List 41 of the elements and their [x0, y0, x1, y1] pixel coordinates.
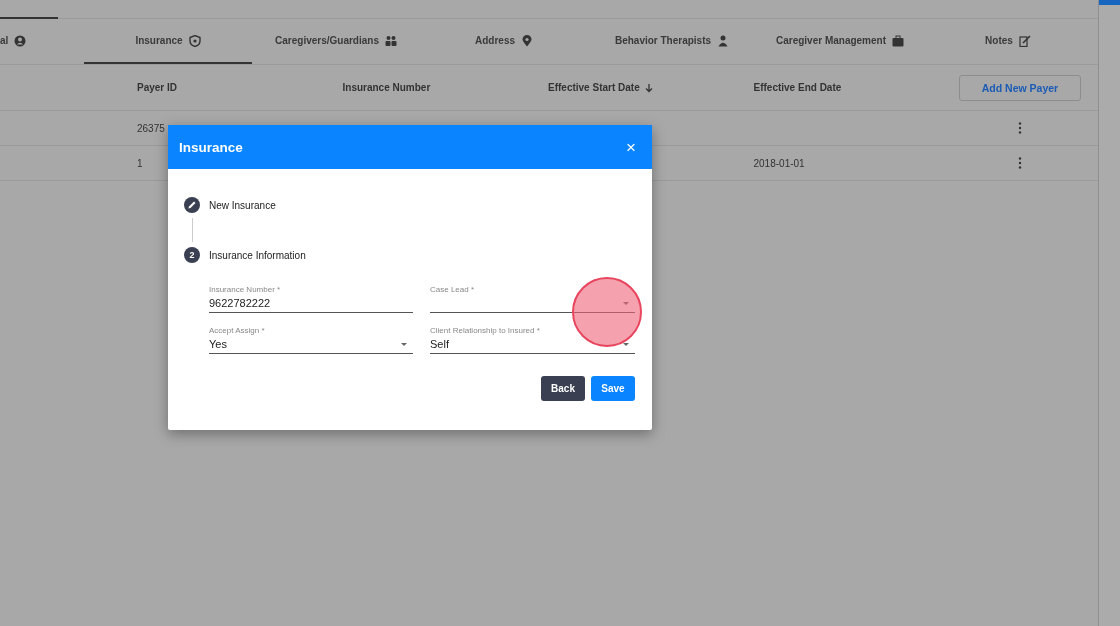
tab[interactable]: Behavior Therapists: [588, 19, 756, 64]
tab[interactable]: al: [0, 19, 84, 64]
tab-icon: [14, 34, 27, 47]
dialog-button[interactable]: Save: [591, 376, 635, 401]
more-options-icon[interactable]: [1018, 122, 1022, 134]
tab-icon: [892, 34, 904, 47]
form-field[interactable]: Accept Assign * Yes: [209, 326, 413, 354]
column-header[interactable]: Effective End Date: [753, 82, 959, 93]
column-header[interactable]: Effective Start Date: [548, 82, 754, 93]
caret-icon: [401, 342, 407, 346]
tab[interactable]: Address: [420, 19, 588, 64]
scrollbar[interactable]: [1098, 0, 1120, 626]
tab-icon: [1018, 34, 1031, 47]
dialog-title: Insurance: [179, 139, 243, 155]
tab-icon: [384, 34, 397, 47]
form-field[interactable]: Insurance Number * 9622782222: [209, 285, 413, 313]
tab-indicator: [0, 17, 58, 19]
caret-icon: [623, 301, 629, 305]
caret-icon: [623, 342, 629, 346]
tab[interactable]: Notes: [924, 19, 1092, 64]
tab[interactable]: Insurance: [84, 19, 252, 64]
step-number: 2: [184, 247, 200, 263]
close-button[interactable]: ×: [626, 138, 636, 156]
step-label: New Insurance: [209, 199, 276, 211]
column-header[interactable]: Insurance Number: [342, 82, 548, 93]
table-cell: 2018-01-01: [753, 157, 805, 169]
tab-icon: [188, 34, 201, 47]
pencil-step-icon: [184, 197, 200, 213]
table-cell: 26375: [137, 122, 165, 134]
column-header[interactable]: Payer ID: [137, 82, 343, 93]
tab-icon: [717, 34, 730, 47]
form-field[interactable]: Client Relationship to Insured * Self: [430, 326, 635, 354]
add-payer-button[interactable]: Add New Payer: [959, 74, 1081, 101]
more-options-icon[interactable]: [1018, 157, 1022, 169]
table-cell: 1: [137, 157, 143, 169]
tab-icon: [521, 34, 533, 47]
step-label: Insurance Information: [209, 249, 306, 261]
tab[interactable]: Caregiver Management: [756, 19, 924, 64]
dialog-button[interactable]: Back: [541, 376, 585, 401]
form-field[interactable]: Case Lead *: [430, 285, 635, 313]
tab[interactable]: Caregivers/Guardians: [252, 19, 420, 64]
